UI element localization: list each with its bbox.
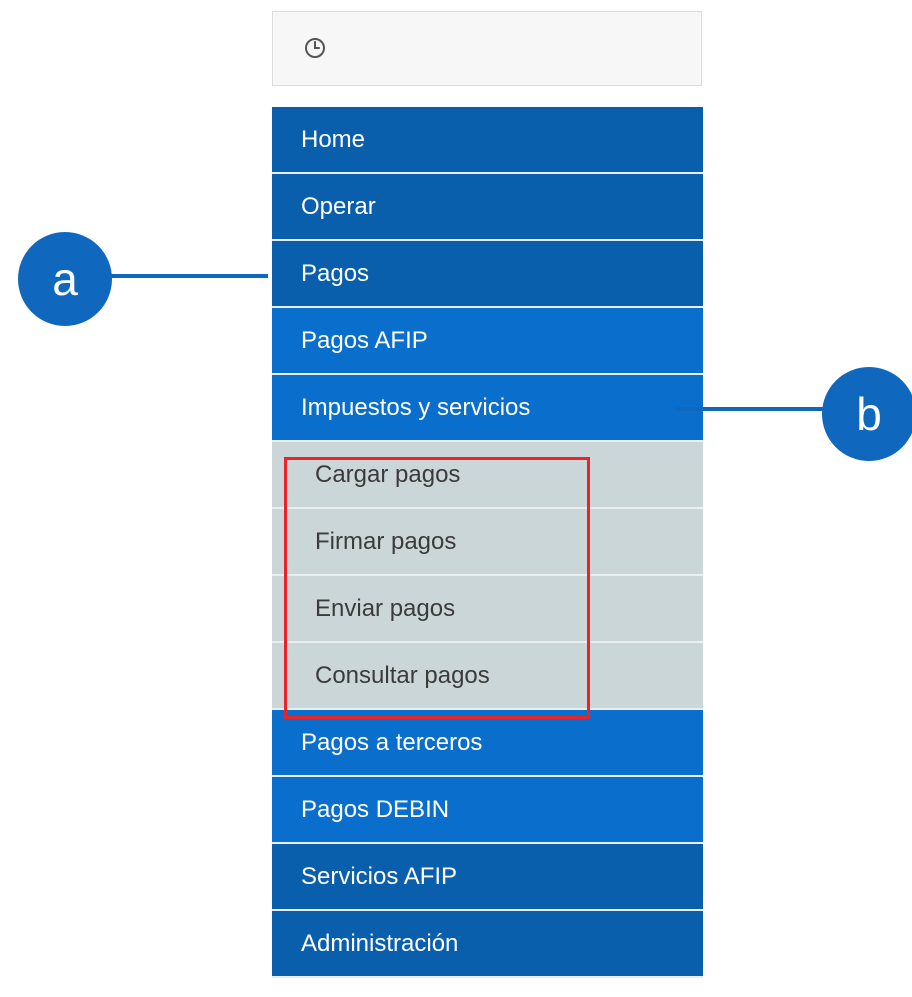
menu-item-pagos-debin[interactable]: Pagos DEBIN: [272, 777, 703, 844]
submenu-item-enviar-pagos[interactable]: Enviar pagos: [272, 576, 703, 643]
menu-item-pagos-afip[interactable]: Pagos AFIP: [272, 308, 703, 375]
submenu-item-label: Firmar pagos: [315, 527, 457, 555]
submenu-item-consultar-pagos[interactable]: Consultar pagos: [272, 643, 703, 710]
menu-item-label: Pagos DEBIN: [301, 795, 450, 823]
menu-item-administracion[interactable]: Administración: [272, 911, 703, 978]
menu-item-pagos[interactable]: Pagos: [272, 241, 703, 308]
menu-item-label: Operar: [301, 192, 376, 220]
callout-b-connector: [676, 407, 826, 411]
callout-b-label: b: [856, 388, 882, 440]
menu-item-label: Pagos: [301, 259, 370, 287]
menu-item-label: Home: [301, 125, 366, 153]
submenu-item-firmar-pagos[interactable]: Firmar pagos: [272, 509, 703, 576]
submenu-item-label: Enviar pagos: [315, 594, 456, 622]
menu-item-home[interactable]: Home: [272, 107, 703, 174]
menu-item-label: Impuestos y servicios: [301, 393, 531, 421]
callout-a-label: a: [52, 253, 78, 305]
callout-a-connector: [110, 274, 268, 278]
menu-item-pagos-a-terceros[interactable]: Pagos a terceros: [272, 710, 703, 777]
callout-b-badge: b: [822, 367, 912, 461]
clock-widget: [272, 11, 702, 86]
menu-item-label: Administración: [301, 929, 459, 957]
menu-item-label: Pagos AFIP: [301, 326, 428, 354]
submenu-item-cargar-pagos[interactable]: Cargar pagos: [272, 442, 703, 509]
menu-item-label: Servicios AFIP: [301, 862, 458, 890]
menu-item-operar[interactable]: Operar: [272, 174, 703, 241]
sidebar-menu: Home Operar Pagos Pagos AFIP Impuestos y…: [272, 107, 703, 978]
menu-item-label: Pagos a terceros: [301, 728, 483, 756]
menu-item-impuestos-y-servicios[interactable]: Impuestos y servicios: [272, 375, 703, 442]
submenu-item-label: Cargar pagos: [315, 460, 461, 488]
submenu-item-label: Consultar pagos: [315, 661, 490, 689]
menu-item-servicios-afip[interactable]: Servicios AFIP: [272, 844, 703, 911]
callout-a-badge: a: [18, 232, 112, 326]
clock-icon: [305, 38, 325, 58]
